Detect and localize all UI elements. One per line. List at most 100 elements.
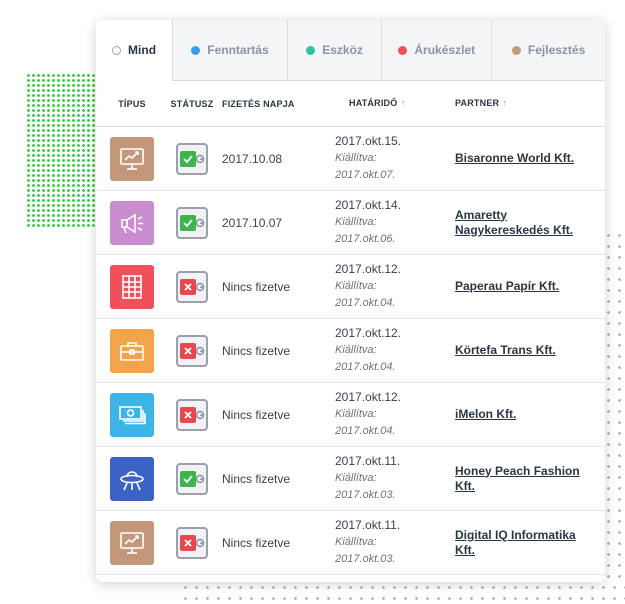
due-date: 2017.okt.12.: [335, 326, 402, 340]
paid-status-icon: [176, 206, 208, 239]
due-date: 2017.okt.11.: [335, 518, 401, 532]
unpaid-status-icon: [176, 526, 208, 559]
due-date: 2017.okt.11.: [335, 454, 401, 468]
table-body: 2017.10.08 2017.okt.15. Kiállítva: 2017.okt…: [96, 127, 605, 575]
tab-label: Fenntartás: [207, 43, 269, 57]
issued-label: Kiállítva:: [335, 280, 377, 292]
grid-shelf-icon: [110, 264, 154, 309]
issued-date: 2017.okt.06.: [335, 233, 396, 245]
table-row[interactable]: Nincs fizetve 2017.okt.12. Kiállítva: 2017.…: [96, 383, 605, 447]
tab-dot-icon: [306, 45, 316, 55]
tab-dot-icon: [112, 45, 122, 55]
filter-tabs: Mind Fenntartás Eszköz Árukészlet Fejles…: [96, 20, 605, 81]
decorative-dots-blue-bottom: [180, 582, 625, 604]
due-date: 2017.okt.15.: [335, 134, 402, 148]
tab-label: Árukészlet: [414, 43, 476, 57]
briefcase-icon: [110, 328, 154, 373]
due-cell: 2017.okt.11. Kiállítva: 2017.okt.03.: [335, 517, 455, 568]
partner-link[interactable]: Bisaronne World Kft.: [455, 151, 605, 166]
paid-status-icon: [176, 142, 208, 175]
issued-label: Kiállítva:: [335, 408, 377, 420]
status-cell: [168, 398, 216, 431]
unpaid-status-icon: [176, 334, 208, 367]
tab-label: Eszköz: [322, 43, 363, 57]
due-cell: 2017.okt.11. Kiállítva: 2017.okt.03.: [335, 453, 455, 504]
table-row[interactable]: Nincs fizetve 2017.okt.12. Kiállítva: 2017.…: [96, 255, 605, 319]
tab-dot-icon: [191, 45, 201, 55]
due-cell: 2017.okt.12. Kiállítva: 2017.okt.04.: [335, 389, 455, 440]
presentation-chart-icon: [110, 520, 154, 565]
payment-date: 2017.10.07: [222, 215, 283, 230]
payment-date: Nincs fizetve: [222, 279, 291, 294]
tab-label: Mind: [128, 43, 157, 57]
table-row[interactable]: Nincs fizetve 2017.okt.11. Kiállítva: 2017.…: [96, 511, 605, 575]
tab-mind[interactable]: Mind: [96, 20, 174, 81]
status-cell: [168, 526, 216, 559]
column-header-due[interactable]: HATÁRIDŐ ↑: [335, 95, 455, 112]
due-cell: 2017.okt.12. Kiállítva: 2017.okt.04.: [335, 261, 455, 312]
status-cell: [168, 462, 216, 495]
invoice-table-card: Mind Fenntartás Eszköz Árukészlet Fejles…: [96, 20, 605, 582]
due-cell: 2017.okt.12. Kiállítva: 2017.okt.04.: [335, 325, 455, 376]
type-cell: [96, 136, 168, 181]
type-cell: [96, 456, 168, 501]
issued-date: 2017.okt.07.: [335, 169, 396, 181]
type-cell: [96, 200, 168, 245]
column-header-type[interactable]: TÍPUS: [96, 99, 168, 109]
unpaid-status-icon: [176, 398, 208, 431]
status-cell: [168, 270, 216, 303]
status-cell: [168, 334, 216, 367]
partner-link[interactable]: iMelon Kft.: [455, 407, 605, 422]
issued-label: Kiállítva:: [335, 472, 377, 484]
unpaid-status-icon: [176, 270, 208, 303]
sort-arrow-icon[interactable]: ↑: [400, 98, 405, 109]
issued-label: Kiállítva:: [335, 344, 377, 356]
table-row[interactable]: 2017.10.08 2017.okt.15. Kiállítva: 2017.okt…: [96, 127, 605, 191]
partner-link[interactable]: Digital IQ Informatika Kft.: [455, 528, 605, 558]
column-header-partner-label: PARTNER: [455, 98, 500, 108]
table-header: TÍPUS STÁTUSZ FIZETÉS NAPJA HATÁRIDŐ ↑ PA…: [96, 81, 605, 127]
due-date: 2017.okt.12.: [335, 390, 402, 404]
type-cell: [96, 328, 168, 373]
type-cell: [96, 264, 168, 309]
partner-link[interactable]: Körtefa Trans Kft.: [455, 343, 605, 358]
tab-dot-icon: [511, 45, 521, 55]
payment-date: 2017.10.08: [222, 151, 283, 166]
tab-eszkoz[interactable]: Eszköz: [288, 20, 383, 80]
partner-link[interactable]: Amaretty Nagykereskedés Kft.: [455, 208, 605, 238]
type-cell: [96, 392, 168, 437]
due-cell: 2017.okt.15. Kiállítva: 2017.okt.07.: [335, 133, 455, 184]
issued-date: 2017.okt.03.: [335, 489, 396, 501]
table-row[interactable]: 2017.10.07 2017.okt.14. Kiállítva: 2017.okt…: [96, 191, 605, 255]
column-header-status[interactable]: STÁTUSZ: [168, 99, 216, 109]
sort-arrow-icon[interactable]: ↑: [502, 98, 507, 109]
decorative-dots-blue-right: [603, 230, 625, 585]
tab-dot-icon: [398, 45, 408, 55]
issued-label: Kiállítva:: [335, 152, 377, 164]
issued-date: 2017.okt.04.: [335, 425, 396, 437]
column-header-paid[interactable]: FIZETÉS NAPJA: [216, 99, 335, 109]
megaphone-icon: [110, 200, 154, 245]
column-header-due-label: HATÁRIDŐ: [349, 98, 398, 108]
payment-date: Nincs fizetve: [222, 471, 291, 486]
table-row[interactable]: Nincs fizetve 2017.okt.11. Kiállítva: 2017.…: [96, 447, 605, 511]
issued-date: 2017.okt.04.: [335, 361, 396, 373]
table-row[interactable]: Nincs fizetve 2017.okt.12. Kiállítva: 2017.…: [96, 319, 605, 383]
column-header-partner[interactable]: PARTNER ↑: [455, 96, 605, 111]
status-cell: [168, 206, 216, 239]
payment-date: Nincs fizetve: [222, 407, 291, 422]
due-cell: 2017.okt.14. Kiállítva: 2017.okt.06.: [335, 197, 455, 248]
presentation-chart-icon: [110, 136, 154, 181]
due-date: 2017.okt.14.: [335, 198, 402, 212]
partner-link[interactable]: Honey Peach Fashion Kft.: [455, 464, 605, 494]
payment-date: Nincs fizetve: [222, 343, 291, 358]
status-cell: [168, 142, 216, 175]
issued-label: Kiállítva:: [335, 216, 377, 228]
issued-label: Kiállítva:: [335, 536, 377, 548]
tab-fenntartas[interactable]: Fenntartás: [173, 20, 288, 80]
issued-date: 2017.okt.04.: [335, 297, 396, 309]
tab-arukeszlet[interactable]: Árukészlet: [382, 20, 493, 80]
money-stack-icon: [110, 392, 154, 437]
partner-link[interactable]: Paperau Papír Kft.: [455, 279, 605, 294]
tab-fejlesztes[interactable]: Fejlesztés: [492, 20, 605, 80]
